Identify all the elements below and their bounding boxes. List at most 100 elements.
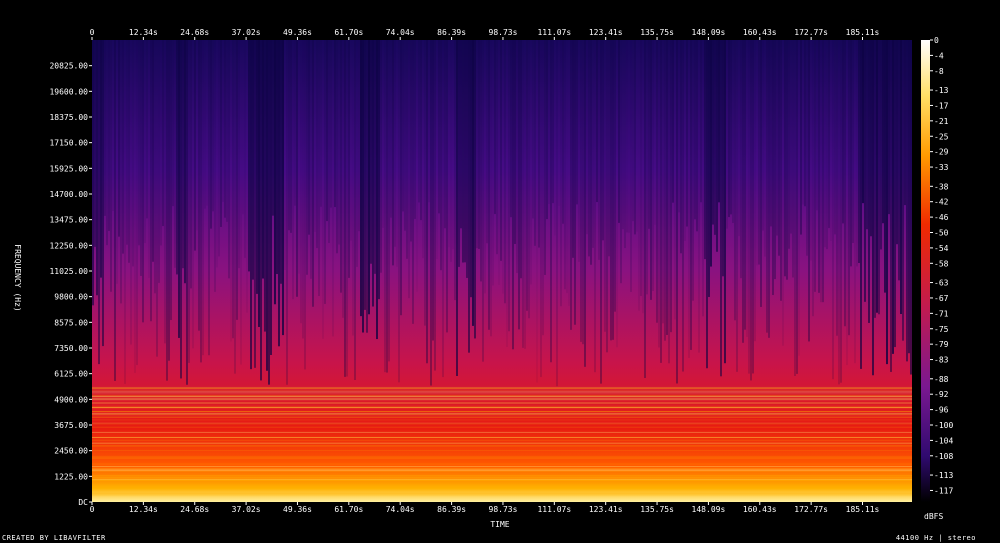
spectrogram-column (534, 40, 536, 246)
harmonic-band (92, 406, 912, 408)
harmonic-band (92, 422, 912, 424)
spectrogram-column (688, 40, 690, 358)
spectrogram-column (608, 40, 610, 257)
spectrogram-column (288, 40, 290, 231)
spectrogram-column (492, 40, 494, 286)
spectrogram-column (444, 40, 446, 229)
spectrogram-column (496, 40, 498, 255)
spectrogram-column (694, 40, 696, 220)
spectrogram-column (734, 40, 736, 321)
x-tick-label-bottom: 74.04s (386, 505, 415, 514)
spectrogram-column (852, 40, 854, 244)
spectrogram-column (314, 40, 316, 232)
spectrogram-column (304, 40, 306, 370)
spectrogram-column (440, 40, 442, 271)
spectrogram-column (250, 40, 252, 370)
spectrogram-column (530, 40, 532, 285)
spectrogram-column (522, 40, 524, 348)
spectrogram-column (374, 40, 376, 274)
spectrogram-column (128, 40, 130, 263)
spectrogram-column (614, 40, 616, 312)
spectrogram-column (540, 40, 542, 378)
spectrogram-column (500, 40, 502, 261)
spectrogram-column (634, 40, 636, 235)
spectrogram-column (632, 40, 634, 222)
spectrogram-column (392, 40, 394, 266)
spectrogram-column (594, 40, 596, 373)
spectrogram-column (538, 40, 540, 248)
spectrogram-column (708, 40, 710, 297)
spectrogram-column (818, 40, 820, 293)
created-by-label: CREATED BY LIBAVFILTER (2, 534, 106, 542)
spectrogram-column (626, 40, 628, 233)
spectrogram-column (240, 40, 242, 365)
spectrogram-column (560, 40, 562, 307)
x-tick-label-bottom: 37.02s (232, 505, 261, 514)
x-tick-label-top: 98.73s (489, 28, 518, 37)
spectrogram-column (294, 40, 296, 206)
spectrogram-column (796, 40, 798, 374)
spectrogram-column (886, 40, 888, 365)
spectrogram-column (328, 40, 330, 243)
spectrogram-column (802, 40, 804, 205)
spectrogram-column (828, 40, 830, 229)
colorbar-tick-label: -42 (934, 198, 949, 207)
spectrogram-column (512, 40, 514, 350)
spectrogram-column (476, 40, 478, 249)
spectrogram-column (188, 40, 190, 363)
spectrogram-column (610, 40, 612, 341)
spectrogram-column (752, 40, 754, 374)
spectrogram-column (106, 40, 108, 246)
spectrogram-column (656, 40, 658, 323)
spectrogram-column (596, 40, 598, 203)
spectrogram-column (822, 40, 824, 303)
colorbar-tick-label: -96 (934, 406, 949, 415)
spectrogram-column (412, 40, 414, 324)
spectrogram-column (384, 40, 386, 373)
spectrogram-column (338, 40, 340, 245)
spectrogram-column (544, 40, 546, 275)
spectrogram-column (246, 40, 248, 313)
harmonic-band (92, 391, 912, 393)
spectrogram-column (290, 40, 292, 233)
spectrogram-column (208, 40, 210, 356)
spectrogram-column (690, 40, 692, 350)
spectrogram-column (704, 40, 706, 260)
y-tick-label: 20825.00 (49, 62, 88, 71)
spectrogram-column (662, 40, 664, 324)
spectrogram-column (438, 40, 440, 214)
spectrogram-column (110, 40, 112, 292)
spectrogram-column (210, 40, 212, 229)
y-tick-label: 12250.00 (49, 241, 88, 250)
spectrogram-column (348, 40, 350, 278)
spectrogram-column (222, 40, 224, 202)
spectrogram-column (152, 40, 154, 262)
y-tick-label: 1225.00 (54, 472, 88, 481)
spectrogram-column (194, 40, 196, 251)
spectrogram-column (134, 40, 136, 373)
spectrogram-column (780, 40, 782, 301)
spectrogram-column (726, 40, 728, 229)
x-tick-label-bottom: 0 (90, 505, 95, 514)
spectrogram-column (618, 40, 620, 223)
harmonic-band (92, 477, 912, 479)
spectrogram-column (586, 40, 588, 235)
x-tick-label-top: 49.36s (283, 28, 312, 37)
spectrogram-column (744, 40, 746, 330)
colorbar-tick-label: -104 (934, 436, 953, 445)
spectrogram-column (316, 40, 318, 249)
harmonic-band (92, 394, 912, 396)
spectrogram-column (324, 40, 326, 304)
spectrogram-column (116, 40, 118, 284)
colorbar-tick-label: -33 (934, 163, 949, 172)
colorbar-tick-label: -58 (934, 259, 949, 268)
colorbar: 0 -4 -8 -13 -17 -21 -25 -29 -33 -38 -42 -46 -50 -54 -5… (921, 36, 953, 502)
spectrogram-column (664, 40, 666, 341)
harmonic-band (92, 466, 912, 467)
spectrogram-column (352, 40, 354, 336)
spectrogram-column (800, 40, 802, 235)
spectrogram-column (570, 40, 572, 330)
spectrogram-column (186, 40, 188, 385)
spectrogram-column (878, 40, 880, 315)
colorbar-tick-label: -38 (934, 182, 949, 191)
